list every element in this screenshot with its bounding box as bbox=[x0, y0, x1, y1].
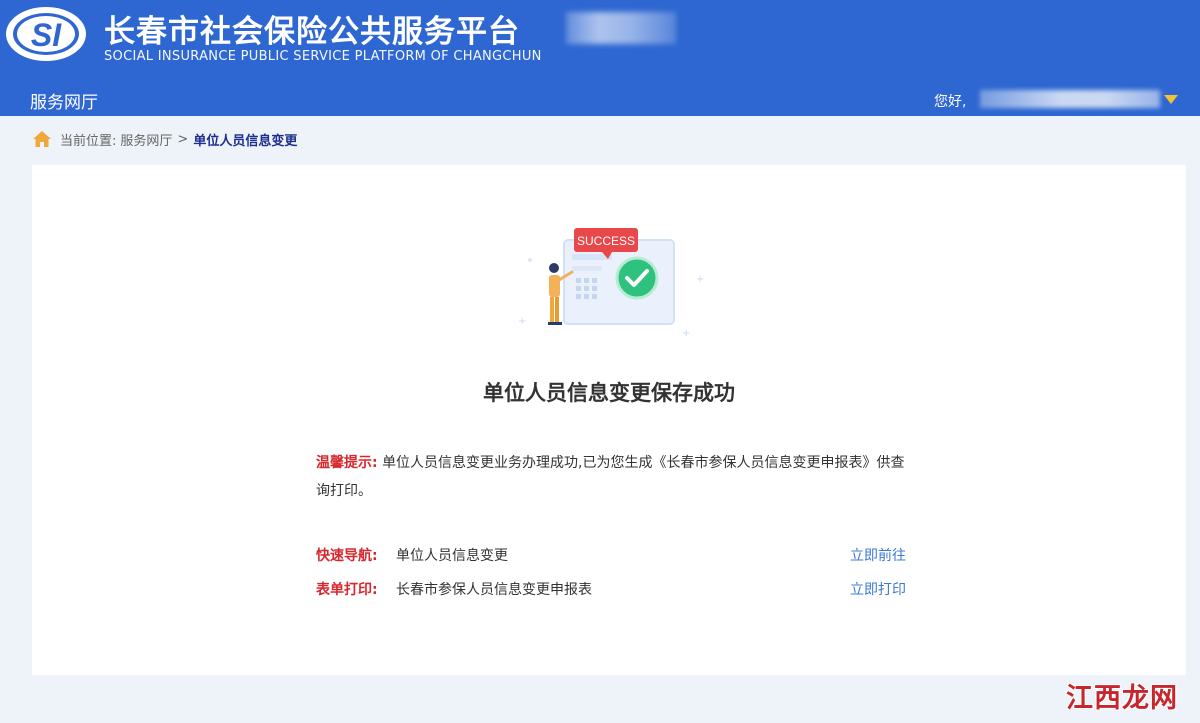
quick-nav-label: 快速导航: bbox=[316, 548, 378, 564]
success-illustration: + + + SUCCESS bbox=[518, 228, 704, 339]
nav-service-hall[interactable]: 服务网厅 bbox=[30, 88, 98, 113]
site-watermark: 江西龙网 bbox=[1066, 674, 1190, 716]
breadcrumb-item-current: 单位人员信息变更 bbox=[193, 133, 298, 149]
logo-text: SI bbox=[31, 17, 62, 53]
social-insurance-logo[interactable]: SI bbox=[4, 4, 88, 64]
tip-label: 温馨提示: bbox=[316, 455, 378, 471]
form-print-label: 表单打印: bbox=[316, 582, 378, 598]
svg-text:+: + bbox=[696, 274, 704, 285]
breadcrumb-prefix: 当前位置: bbox=[60, 133, 117, 149]
site-title: 长春市社会保险公共服务平台 bbox=[104, 14, 520, 50]
warm-tip: 温馨提示: 单位人员信息变更业务办理成功,已为您生成《长春市参保人员信息变更申报… bbox=[316, 449, 916, 505]
tip-text: 单位人员信息变更业务办理成功,已为您生成《长春市参保人员信息变更申报表》供查询打… bbox=[316, 455, 905, 499]
form-print-value: 长春市参保人员信息变更申报表 bbox=[396, 582, 592, 598]
user-greeting: 您好, bbox=[934, 94, 967, 110]
svg-text:+: + bbox=[682, 328, 690, 339]
form-print-row: 表单打印: 长春市参保人员信息变更申报表 立即打印 bbox=[316, 579, 906, 601]
site-subtitle: SOCIAL INSURANCE PUBLIC SERVICE PLATFORM… bbox=[104, 49, 542, 64]
success-title: 单位人员信息变更保存成功 bbox=[483, 381, 735, 405]
quick-nav-value: 单位人员信息变更 bbox=[396, 548, 508, 564]
quick-nav-row: 快速导航: 单位人员信息变更 立即前往 bbox=[316, 545, 906, 567]
watermark-text: 江西龙网 bbox=[1066, 683, 1178, 714]
svg-text:+: + bbox=[518, 316, 526, 327]
result-panel: + + + SUCCESS 单位人员信息变更保存成功 温馨提示: 单位人员信息变… bbox=[32, 165, 1186, 675]
print-now-link[interactable]: 立即打印 bbox=[850, 579, 906, 599]
breadcrumb-item-service-hall[interactable]: 服务网厅 bbox=[120, 130, 172, 149]
success-badge-text: SUCCESS bbox=[577, 234, 635, 248]
site-header: SI 长春市社会保险公共服务平台 SOCIAL INSURANCE PUBLIC… bbox=[0, 0, 1200, 116]
redacted-title-suffix bbox=[566, 12, 676, 44]
redacted-username[interactable] bbox=[980, 90, 1160, 108]
breadcrumb: 当前位置: 服务网厅 > 单位人员信息变更 bbox=[32, 128, 297, 150]
home-icon bbox=[33, 131, 51, 147]
go-now-link[interactable]: 立即前往 bbox=[850, 545, 906, 565]
user-menu-chevron-down-icon[interactable] bbox=[1164, 95, 1178, 104]
breadcrumb-separator: > bbox=[177, 131, 189, 147]
